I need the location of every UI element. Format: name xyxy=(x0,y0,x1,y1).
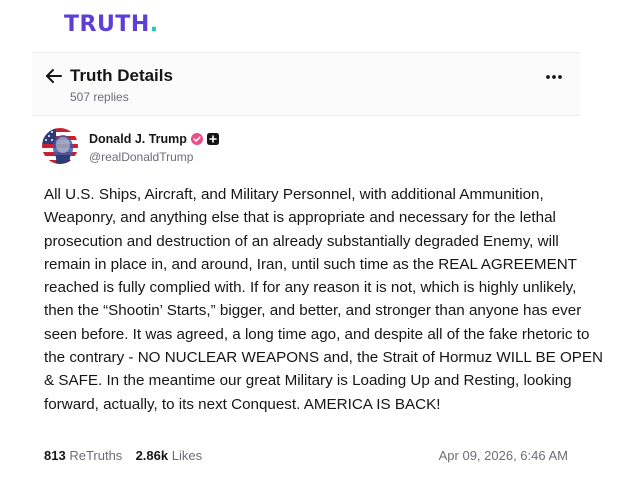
likes-label[interactable]: Likes xyxy=(172,448,202,463)
replies-count: 507 replies xyxy=(70,90,129,104)
author-name[interactable]: Donald J. Trump xyxy=(89,131,187,147)
page-title: Truth Details xyxy=(70,66,173,85)
header-divider xyxy=(32,115,580,116)
post-timestamp: Apr 09, 2026, 6:46 AM xyxy=(438,448,568,463)
author-name-row: Donald J. Trump xyxy=(89,131,219,147)
post-text: All U.S. Ships, Aircraft, and Military P… xyxy=(44,186,604,413)
retruths-count[interactable]: 813 xyxy=(44,448,66,463)
avatar-image xyxy=(42,128,78,164)
verified-check-icon xyxy=(190,133,203,145)
retruths-label[interactable]: ReTruths xyxy=(69,448,122,463)
truth-social-logo[interactable]: TRUTH. xyxy=(64,12,159,38)
logo-text: TRUTH xyxy=(64,12,150,37)
logo-dot: . xyxy=(149,12,159,37)
plus-badge-icon xyxy=(206,133,219,145)
more-options-icon[interactable] xyxy=(544,68,564,86)
author-handle[interactable]: @realDonaldTrump xyxy=(89,150,193,164)
likes-count[interactable]: 2.86k xyxy=(136,448,169,463)
back-arrow-icon[interactable] xyxy=(45,67,63,85)
post-stats: 813 ReTruths 2.86k Likes xyxy=(44,447,202,465)
more-dots-icon xyxy=(546,75,562,79)
author-avatar[interactable] xyxy=(42,128,78,164)
